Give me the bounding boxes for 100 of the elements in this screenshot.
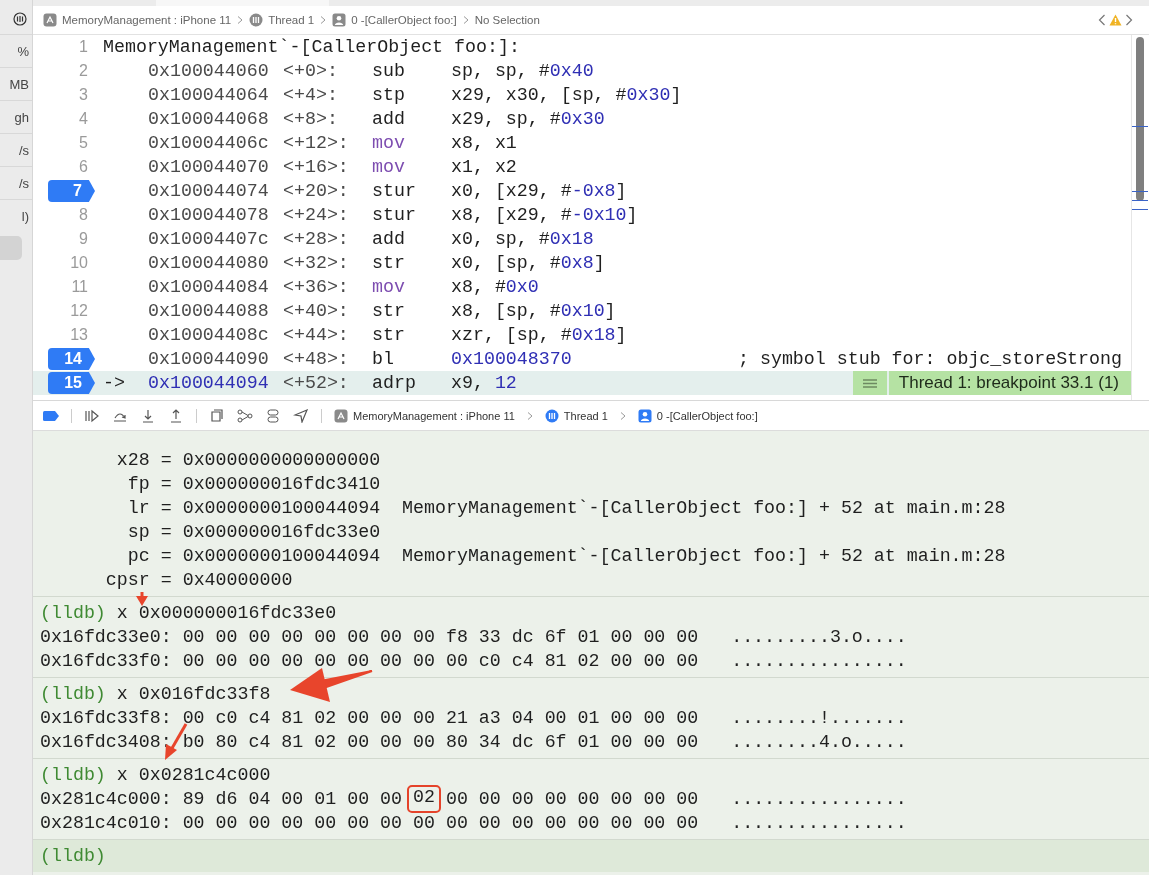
thread-icon [249, 13, 264, 27]
breakpoint-marker[interactable]: 7 [48, 180, 95, 202]
register-value: 0x40000000 [182, 569, 293, 592]
back-chevron-icon[interactable] [1098, 14, 1106, 26]
breadcrumb-item[interactable]: 0 -[CallerObject foo:] [637, 408, 758, 423]
memory-ascii: ........!....... [731, 707, 907, 730]
line-number: 13 [69, 326, 88, 344]
breadcrumb-item[interactable]: 0 -[CallerObject foo:] [332, 13, 457, 27]
memory-bytes: 00 00 00 00 00 00 00 00 00 00 00 00 00 00 00 00 [182, 812, 699, 835]
line-number: 5 [78, 134, 88, 152]
step-into-icon[interactable] [140, 408, 156, 423]
mnemonic: adrp [372, 373, 417, 393]
line-number: 9 [78, 230, 88, 248]
sidebar-item[interactable]: MB [0, 67, 32, 100]
memory-address: 0x16fdc33f0: [40, 650, 172, 673]
instruction-offset: <+4>: [283, 85, 339, 105]
breadcrumb-item[interactable]: No Selection [474, 14, 540, 26]
layers-icon[interactable] [209, 408, 225, 423]
operands: xzr, [sp, #0x18] [451, 325, 627, 345]
register-value: 0x0000000000000000 [182, 449, 381, 472]
instruction-address: 0x10004408c [148, 325, 270, 345]
app-icon [334, 408, 348, 423]
lldb-prompt: (lldb) [40, 764, 106, 787]
toggle-icon[interactable] [265, 408, 281, 423]
scrollbar[interactable] [1131, 35, 1149, 400]
register-value: 0x0000000100044094 [182, 497, 381, 520]
register-symbol: MemoryManagement`-[CallerObject foo:] + 52 at main.m:28 [402, 497, 1006, 520]
memory-bytes: 00 c0 c4 81 02 00 00 00 21 a3 04 00 01 00 00 00 [182, 707, 699, 730]
mnemonic: str [372, 253, 406, 273]
equals-sign: = [160, 545, 172, 568]
step-out-icon[interactable] [168, 408, 184, 423]
mnemonic: mov [372, 277, 406, 297]
instruction-offset: <+8>: [283, 109, 339, 129]
instruction-address: 0x10004407c [148, 229, 270, 249]
console-command: x 0x0281c4c000 [116, 764, 271, 787]
breakpoint-marker[interactable]: 14 [48, 348, 95, 370]
memory-ascii: ................ [731, 788, 907, 811]
instruction-offset: <+24>: [283, 205, 350, 225]
instruction-address: 0x100044078 [148, 205, 270, 225]
console-command: x 0x000000016fdc33e0 [116, 602, 337, 625]
mnemonic: mov [372, 133, 406, 153]
lldb-prompt: (lldb) [40, 683, 106, 706]
sidebar-item[interactable]: /s [0, 133, 32, 166]
operands: 0x100048370 [451, 349, 573, 369]
register-value: 0x0000000100044094 [182, 545, 381, 568]
register-name: lr [126, 497, 150, 520]
breadcrumb-item[interactable]: MemoryManagement : iPhone 11 [334, 408, 515, 423]
sidebar-item[interactable]: gh [0, 100, 32, 133]
memory-bytes: 00 00 00 00 00 00 00 00 f8 33 dc 6f 01 00 00 00 [182, 626, 699, 649]
instruction-address: 0x10004406c [148, 133, 270, 153]
operands: x8, [x29, #-0x10] [451, 205, 638, 225]
breakpoints-toggle-icon[interactable] [43, 408, 59, 423]
operands: x0, [x29, #-0x8] [451, 181, 627, 201]
memory-address: 0x281c4c010: [40, 812, 172, 835]
continue-icon[interactable] [84, 408, 100, 423]
register-symbol: MemoryManagement`-[CallerObject foo:] + 52 at main.m:28 [402, 545, 1006, 568]
line-number: 8 [78, 206, 88, 224]
code-comment: ; symbol stub for: objc_storeStrong [738, 349, 1122, 369]
register-value: 0x000000016fdc3410 [182, 473, 381, 496]
app-icon [43, 13, 57, 27]
breadcrumb-item[interactable]: Thread 1 [544, 408, 608, 423]
graph-icon[interactable] [237, 408, 253, 423]
instruction-offset: <+52>: [283, 373, 350, 393]
instruction-address: 0x100044094 [148, 373, 270, 393]
forward-chevron-icon[interactable] [1125, 14, 1133, 26]
register-name: fp [126, 473, 150, 496]
mnemonic: add [372, 109, 406, 129]
operands: x9, 12 [451, 373, 517, 393]
mnemonic: stur [372, 205, 417, 225]
instruction-address: 0x100044070 [148, 157, 270, 177]
instruction-offset: <+40>: [283, 301, 350, 321]
instruction-offset: <+44>: [283, 325, 350, 345]
breakpoint-marker[interactable]: 15 [48, 372, 95, 394]
sidebar-item[interactable]: /s [0, 166, 32, 199]
instruction-address: 0x100044068 [148, 109, 270, 129]
operands: x8, #0x0 [451, 277, 539, 297]
instruction-address: 0x100044088 [148, 301, 270, 321]
sidebar-item[interactable]: l) [0, 199, 32, 232]
instruction-address: 0x100044064 [148, 85, 270, 105]
line-number: 10 [69, 254, 88, 272]
line-number: 11 [70, 278, 88, 296]
equals-sign: = [160, 497, 172, 520]
line-number: 6 [78, 158, 88, 176]
equals-sign: = [160, 449, 172, 472]
instruction-offset: <+0>: [283, 61, 339, 81]
instruction-address: 0x100044084 [148, 277, 270, 297]
mnemonic: str [372, 325, 406, 345]
operands: x8, x1 [451, 133, 517, 153]
mnemonic: stp [372, 85, 406, 105]
breadcrumb-item[interactable]: Thread 1 [249, 13, 315, 27]
location-icon[interactable] [293, 408, 309, 423]
sidebar-item[interactable]: % [0, 34, 32, 67]
chevron-icon [237, 16, 244, 24]
line-number: 3 [78, 86, 88, 104]
memory-bytes: 00 00 00 00 00 00 00 00 [445, 788, 699, 811]
line-number: 1 [78, 38, 88, 56]
pc-pointer: -> [103, 373, 125, 393]
chevron-icon [619, 411, 626, 420]
instruction-offset: <+12>: [283, 133, 350, 153]
breadcrumb-item[interactable]: MemoryManagement : iPhone 11 [43, 13, 232, 27]
